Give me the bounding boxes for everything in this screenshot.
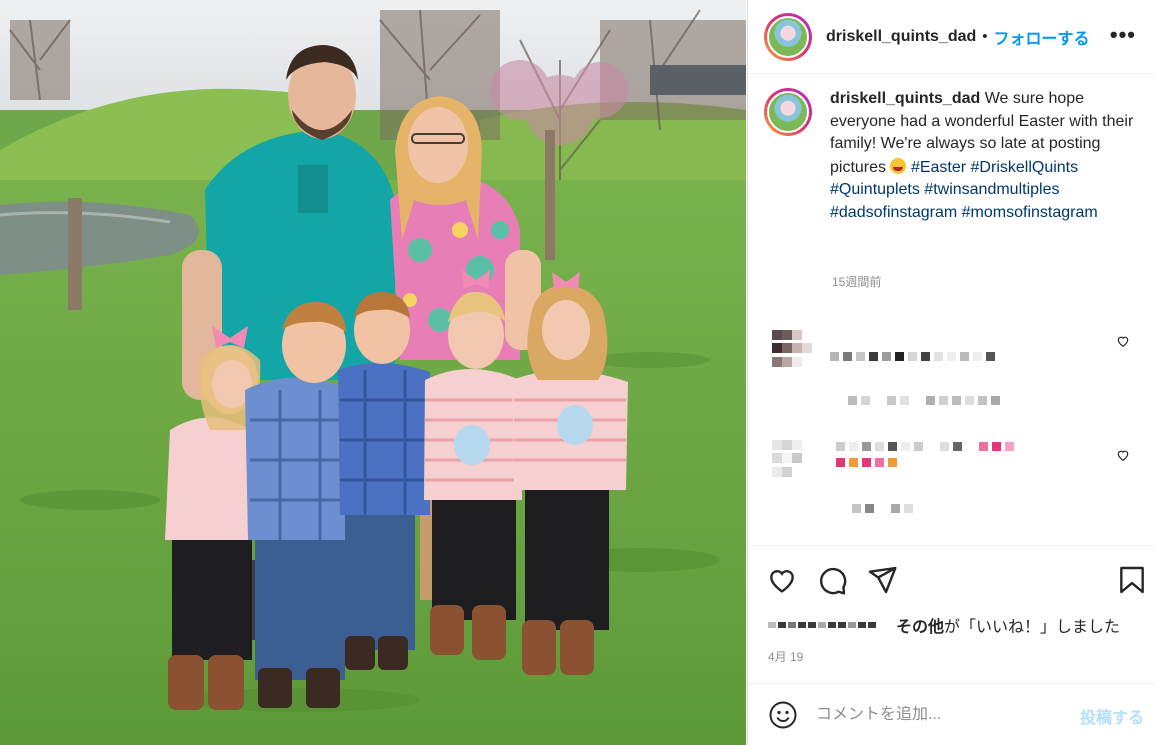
hashtag-driskellquints[interactable]: #DriskellQuints (971, 159, 1079, 176)
laughing-face-emoji (890, 157, 907, 174)
bookmark-icon[interactable] (1116, 564, 1148, 596)
likes-summary: その他 が「いいね！」しました (768, 613, 1148, 637)
heart-icon[interactable] (766, 564, 798, 596)
likes-suffix-text: が「いいね！」しました (944, 619, 1121, 636)
add-comment-bar: 投稿する (748, 683, 1155, 745)
caption: driskell_quints_dad We sure hope everyon… (764, 88, 1144, 224)
comment-meta-blurred (848, 396, 1004, 405)
comment-text-blurred (830, 352, 999, 361)
liker-name-blurred[interactable] (768, 618, 878, 632)
family-easter-photo (0, 0, 746, 745)
comment-avatar-blurred[interactable] (772, 330, 812, 370)
caption-avatar[interactable] (764, 88, 812, 136)
caption-time-ago[interactable]: 15週間前 (832, 273, 881, 290)
comment-like-heart-icon[interactable] (1116, 334, 1130, 348)
comment-meta-blurred (852, 504, 917, 513)
share-icon[interactable] (866, 564, 898, 596)
more-icon[interactable]: ••• (1110, 24, 1136, 46)
avatar[interactable] (764, 12, 812, 61)
post-header: driskell_quints_dad • フォローする ••• (748, 0, 1155, 74)
post-date[interactable]: 4月 19 (768, 648, 803, 665)
post-comment-button[interactable]: 投稿する (1080, 704, 1144, 728)
likes-others-link[interactable]: その他 (896, 613, 944, 637)
post-side-panel: driskell_quints_dad • フォローする ••• driskel… (747, 0, 1155, 745)
comment-icon[interactable] (816, 564, 848, 596)
comment-input[interactable] (816, 705, 1056, 724)
comment-avatar-blurred[interactable] (772, 440, 812, 480)
hashtag-easter[interactable]: #Easter (911, 159, 966, 176)
smile-icon[interactable] (768, 700, 798, 730)
caption-text-block: driskell_quints_dad We sure hope everyon… (830, 88, 1140, 224)
hashtag-twinsandmultiples[interactable]: #twinsandmultiples (924, 181, 1059, 198)
post-actions (748, 545, 1155, 615)
header-separator: • (982, 28, 988, 45)
comment-emoji-blurred (836, 458, 901, 467)
hashtag-dadsofinstagram[interactable]: #dadsofinstagram (830, 204, 957, 221)
caption-username[interactable]: driskell_quints_dad (830, 90, 980, 107)
hashtag-quintuplets[interactable]: #Quintuplets (830, 181, 920, 198)
comment-like-heart-icon[interactable] (1116, 448, 1130, 462)
header-username[interactable]: driskell_quints_dad (826, 28, 976, 46)
post-photo[interactable] (0, 0, 746, 745)
hashtag-momsofinstagram[interactable]: #momsofinstagram (962, 204, 1098, 221)
comment-text-blurred (836, 442, 1018, 451)
follow-button[interactable]: フォローする (994, 25, 1090, 49)
